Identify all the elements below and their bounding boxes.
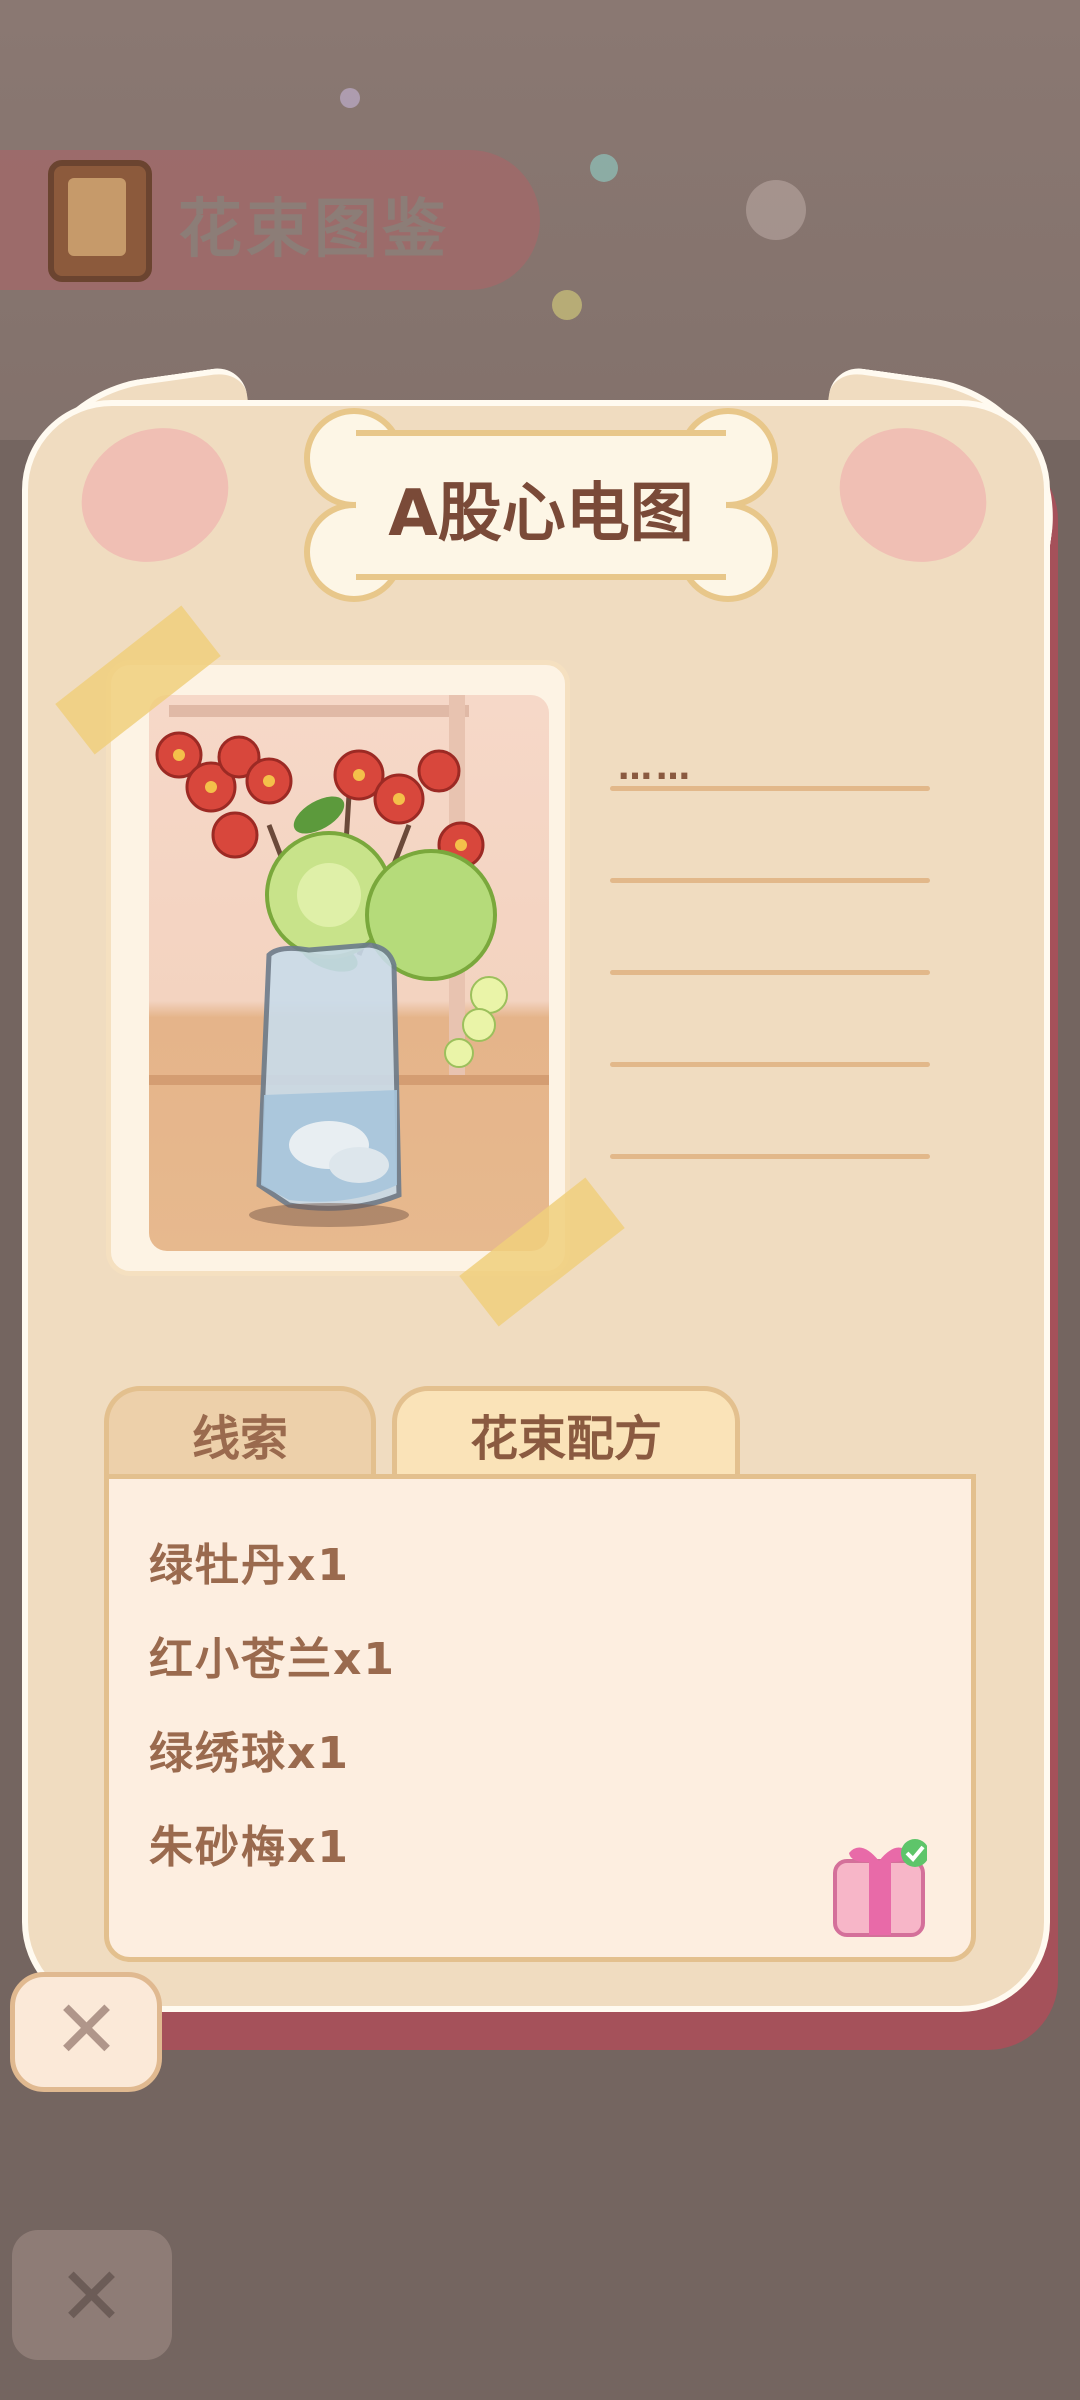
sparkle <box>552 290 582 320</box>
recipe-panel: 绿牡丹x1 红小苍兰x1 绿绣球x1 朱砂梅x1 <box>104 1474 976 1962</box>
description-line <box>610 786 930 791</box>
tab-bouquet-recipe[interactable]: 花束配方 <box>392 1386 740 1482</box>
recipe-item: 红小苍兰x1 <box>149 1634 396 1685</box>
gift-icon[interactable] <box>831 1839 929 1937</box>
close-button[interactable]: ✕ <box>10 1972 162 2092</box>
description-line <box>610 1154 930 1159</box>
sparkle <box>340 88 360 108</box>
bouquet-photo-frame <box>106 660 570 1276</box>
sparkle <box>590 154 618 182</box>
book-icon <box>48 160 152 282</box>
description-line <box>610 878 930 883</box>
bouquet-image <box>149 695 549 1251</box>
background-close-button: ✕ <box>12 2230 172 2360</box>
recipe-item: 朱砂梅x1 <box>149 1822 350 1873</box>
recipe-item: 绿绣球x1 <box>149 1728 350 1779</box>
description-line <box>610 1062 930 1067</box>
recipe-item: 绿牡丹x1 <box>149 1540 350 1591</box>
close-icon: ✕ <box>53 1983 121 2076</box>
title-plate: A股心电图 <box>296 390 786 620</box>
bouquet-description: …… <box>618 748 694 788</box>
sparkle <box>746 180 806 240</box>
description-line <box>610 970 930 975</box>
background-title: 花束图鉴 <box>178 193 450 267</box>
bouquet-title: A股心电图 <box>388 477 694 551</box>
tab-clues[interactable]: 线索 <box>104 1386 376 1482</box>
